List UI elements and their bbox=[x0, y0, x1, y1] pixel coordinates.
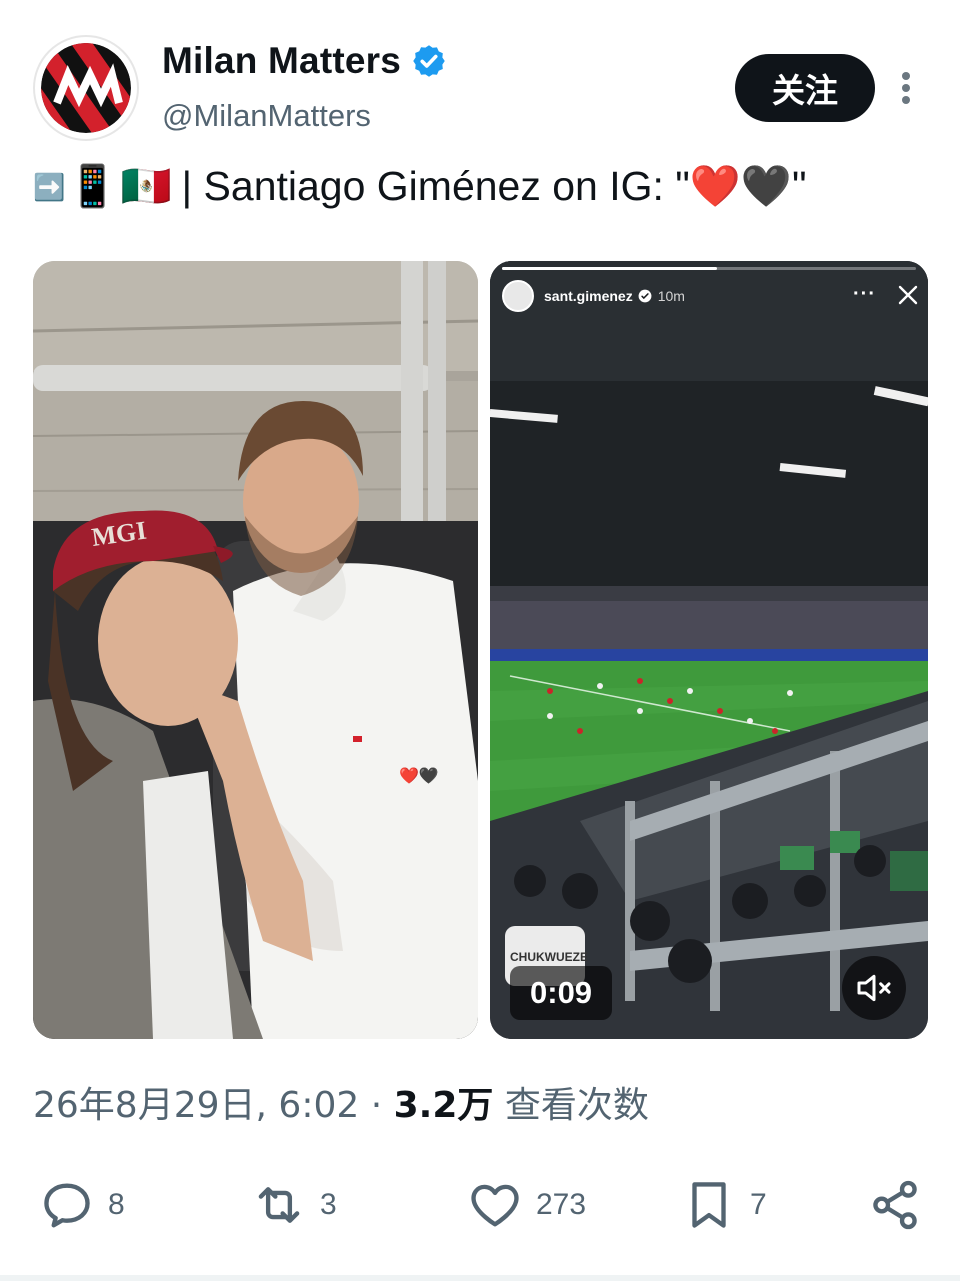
story-more-icon[interactable]: ··· bbox=[853, 283, 876, 306]
action-bar: 8 3 273 7 bbox=[0, 1170, 960, 1240]
arrow-emoji: ➡️ bbox=[33, 171, 66, 202]
bookmark-icon bbox=[692, 1182, 726, 1228]
story-close-icon[interactable] bbox=[896, 283, 920, 307]
tweet-timestamp[interactable]: 26年8月29日, 6:02 bbox=[33, 1085, 359, 1126]
meta-separator: · bbox=[370, 1085, 383, 1126]
account-handle[interactable]: @MilanMatters bbox=[162, 98, 371, 134]
shirt-heart-emojis: ❤️🖤 bbox=[399, 768, 439, 785]
share-button[interactable] bbox=[866, 1170, 924, 1240]
selfie-image: MGI bbox=[33, 261, 478, 1039]
reply-button[interactable]: 8 bbox=[38, 1170, 125, 1240]
photo-selfie[interactable]: MGI ❤️🖤 bbox=[33, 261, 478, 1039]
story-username[interactable]: sant.gimenez bbox=[544, 288, 633, 304]
share-icon bbox=[873, 1180, 917, 1230]
views-label: 查看次数 bbox=[504, 1085, 649, 1126]
verified-badge-icon bbox=[413, 45, 445, 77]
bookmark-count: 7 bbox=[750, 1188, 767, 1221]
divider bbox=[0, 1275, 960, 1281]
story-avatar[interactable] bbox=[502, 280, 534, 312]
jersey-text: CHUKWUEZE bbox=[510, 950, 588, 964]
display-name[interactable]: Milan Matters bbox=[162, 40, 401, 82]
bookmark-button[interactable]: 7 bbox=[680, 1170, 767, 1240]
mute-icon[interactable] bbox=[842, 956, 906, 1020]
reply-count: 8 bbox=[108, 1188, 125, 1221]
like-count: 273 bbox=[536, 1188, 587, 1221]
repost-count: 3 bbox=[320, 1188, 337, 1221]
video-duration: 0:09 bbox=[510, 966, 613, 1020]
stadium-image: CHUKWUEZE bbox=[490, 261, 928, 1039]
repost-icon bbox=[258, 1187, 300, 1223]
like-button[interactable]: 273 bbox=[466, 1170, 586, 1240]
account-avatar[interactable] bbox=[33, 35, 139, 141]
story-verified-icon bbox=[638, 289, 652, 303]
more-options-icon[interactable] bbox=[893, 68, 919, 108]
follow-button[interactable]: 关注 bbox=[735, 54, 875, 122]
views-count: 3.2万 bbox=[393, 1085, 494, 1126]
tweet-emojis: ➡️ 📱 🇲🇽 bbox=[33, 163, 172, 211]
milan-matters-logo bbox=[41, 43, 131, 133]
repost-button[interactable]: 3 bbox=[250, 1170, 337, 1240]
name-row: Milan Matters bbox=[162, 40, 447, 82]
reply-icon bbox=[44, 1183, 90, 1228]
phone-emoji: 📱 bbox=[67, 163, 119, 209]
tweet-body: | Santiago Giménez on IG: "❤️🖤" bbox=[181, 163, 807, 209]
tweet-text: ➡️ 📱 🇲🇽 | Santiago Giménez on IG: "❤️🖤" bbox=[33, 163, 807, 211]
tweet-meta: 26年8月29日, 6:02 · 3.2万 查看次数 bbox=[33, 1076, 649, 1128]
story-video[interactable]: CHUKWUEZE sant.gimenez 10m ··· 0:09 bbox=[490, 261, 928, 1039]
heart-icon bbox=[471, 1184, 519, 1227]
mexico-flag-emoji: 🇲🇽 bbox=[120, 163, 172, 209]
story-time: 10m bbox=[657, 288, 685, 304]
